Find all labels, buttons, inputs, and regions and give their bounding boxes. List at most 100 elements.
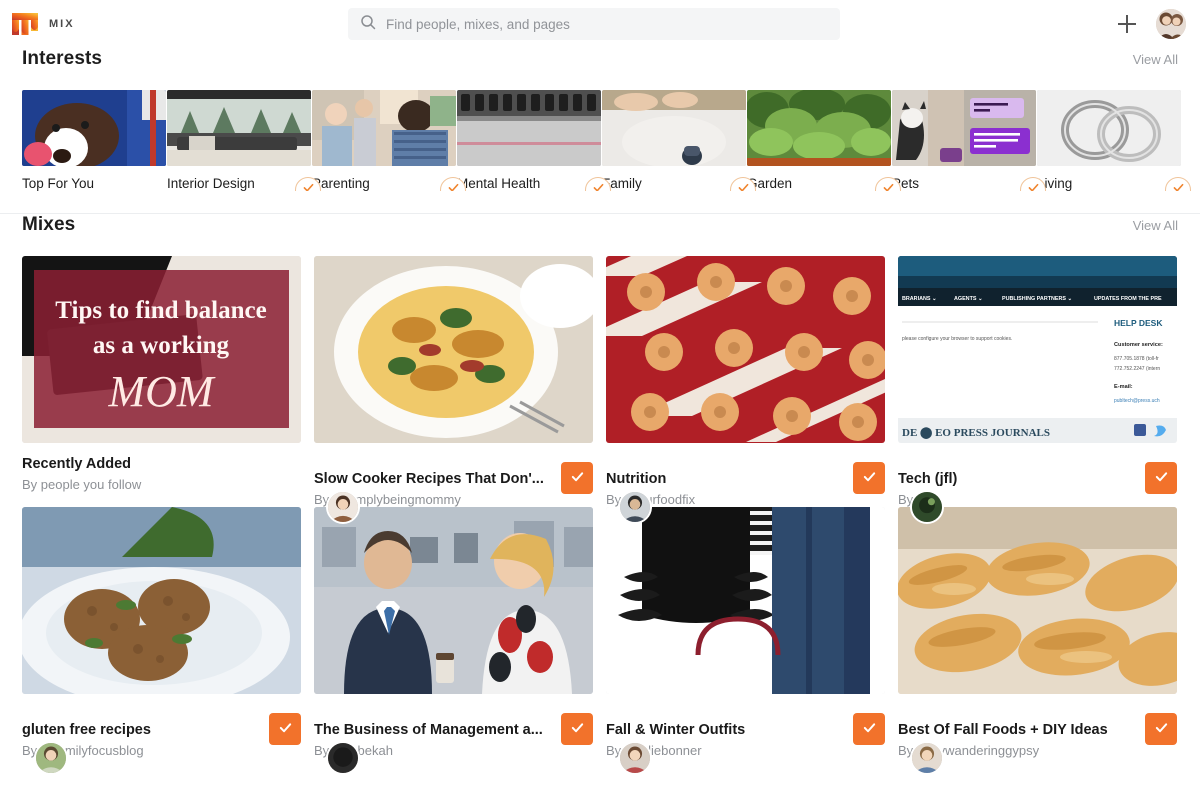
mix-card[interactable]: Best Of Fall Foods + DIY Ideas By @lilyw…: [898, 507, 1177, 776]
mix-follow-button[interactable]: [853, 713, 885, 746]
interest-thumbnail[interactable]: [1037, 90, 1181, 166]
check-icon: [862, 469, 877, 487]
mix-author-avatar[interactable]: [910, 490, 944, 525]
check-icon: [447, 181, 460, 191]
mix-card[interactable]: gluten free recipes By @familyfocusblog: [22, 507, 301, 776]
interest-thumbnail[interactable]: [22, 90, 166, 166]
check-icon: [570, 469, 585, 487]
interest-thumbnail[interactable]: [602, 90, 746, 166]
mix-title: Best Of Fall Foods + DIY Ideas: [898, 722, 1108, 739]
svg-text:publtech@press.uch: publtech@press.uch: [1114, 398, 1160, 404]
mix-follow-button[interactable]: [269, 713, 301, 746]
mix-title: Fall & Winter Outfits: [606, 722, 746, 739]
mix-thumbnail[interactable]: [22, 507, 301, 695]
interests-view-all[interactable]: View All: [1133, 52, 1178, 67]
mix-card[interactable]: Nutrition By @ourfoodfix: [606, 256, 885, 525]
interests-list: Top For You Interior Design Parenting Me…: [0, 90, 1200, 191]
svg-text:MOM: MOM: [107, 367, 215, 416]
svg-text:please configure your browser: please configure your browser to support…: [902, 336, 1012, 342]
search-bar[interactable]: [348, 8, 840, 40]
mix-thumbnail[interactable]: [898, 507, 1177, 695]
mix-thumbnail[interactable]: [314, 256, 593, 443]
mix-author-avatar[interactable]: [618, 741, 652, 776]
svg-text:BRARIANS ⌄: BRARIANS ⌄: [902, 296, 936, 302]
interest-label: Family: [602, 176, 642, 191]
interest-thumbnail[interactable]: [892, 90, 1036, 166]
svg-text:E-mail:: E-mail:: [1114, 384, 1133, 390]
mix-follow-button[interactable]: [853, 462, 885, 494]
interest-label: Top For You: [22, 176, 95, 191]
mix-thumbnail[interactable]: Tips to find balance as a working MOM: [22, 256, 301, 443]
check-icon: [862, 720, 877, 738]
mix-author-avatar[interactable]: [910, 741, 944, 776]
interest-label: Mental Health: [457, 176, 541, 191]
mix-meta: Recently Added By people you follow: [22, 455, 301, 492]
interest-followed-badge[interactable]: [1165, 177, 1191, 191]
mix-title: The Business of Management a...: [314, 722, 543, 739]
mix-thumbnail[interactable]: [606, 256, 885, 443]
svg-text:877.705.1878 (toll-fr: 877.705.1878 (toll-fr: [1114, 356, 1159, 362]
search-icon: [360, 14, 376, 35]
mixes-title: Mixes: [22, 214, 76, 235]
interest-card[interactable]: Mental Health: [457, 90, 611, 191]
interest-thumbnail[interactable]: [312, 90, 456, 166]
mix-thumbnail[interactable]: [314, 507, 593, 695]
svg-text:as a working: as a working: [93, 332, 230, 359]
mix-card[interactable]: Tips to find balance as a working MOM Re…: [22, 256, 301, 507]
mix-logo-icon: [10, 9, 40, 39]
mix-follow-button[interactable]: [561, 462, 593, 494]
svg-text:HELP DESK: HELP DESK: [1114, 318, 1163, 328]
mix-author-avatar[interactable]: [326, 741, 360, 776]
mix-subtitle: By people you follow: [22, 477, 142, 493]
check-icon: [592, 181, 605, 191]
mix-follow-button[interactable]: [1145, 713, 1177, 746]
svg-text:PUBLISHING PARTNERS ⌄: PUBLISHING PARTNERS ⌄: [1002, 296, 1072, 302]
interest-label: Living: [1037, 176, 1073, 191]
mixes-view-all[interactable]: View All: [1133, 218, 1178, 233]
check-icon: [1154, 720, 1169, 738]
mix-thumbnail[interactable]: BRARIANS ⌄ AGENTS ⌄ PUBLISHING PARTNERS ⌄…: [898, 256, 1177, 443]
mix-follow-button[interactable]: [561, 713, 593, 746]
plus-icon[interactable]: [1116, 13, 1138, 35]
check-icon: [278, 720, 293, 738]
app-header: MIX: [0, 0, 1200, 48]
avatar[interactable]: [1156, 9, 1186, 39]
interest-card[interactable]: Interior Design: [167, 90, 321, 191]
mix-card[interactable]: BRARIANS ⌄ AGENTS ⌄ PUBLISHING PARTNERS ⌄…: [898, 256, 1177, 525]
svg-text:AGENTS ⌄: AGENTS ⌄: [954, 296, 982, 302]
header-actions: [1116, 9, 1186, 39]
interest-thumbnail[interactable]: [747, 90, 891, 166]
mix-thumbnail[interactable]: [606, 507, 885, 695]
mix-follow-button[interactable]: [1145, 462, 1177, 494]
interest-thumbnail[interactable]: [167, 90, 311, 166]
search-input[interactable]: [386, 16, 828, 32]
interest-card[interactable]: Pets: [892, 90, 1046, 191]
mix-title: Tech (jfl): [898, 471, 958, 487]
mix-card[interactable]: Slow Cooker Recipes That Don'... By @sim…: [314, 256, 593, 525]
mix-card[interactable]: Fall & Winter Outfits By @juliebonner: [606, 507, 885, 776]
interest-card[interactable]: Garden: [747, 90, 901, 191]
mix-author-avatar[interactable]: [326, 490, 360, 525]
brand-name: MIX: [49, 18, 75, 30]
brand-logo[interactable]: MIX: [10, 9, 75, 39]
interest-card[interactable]: Family: [602, 90, 756, 191]
check-icon: [1027, 181, 1040, 191]
mix-author-avatar[interactable]: [34, 741, 68, 776]
mix-title: Slow Cooker Recipes That Don'...: [314, 471, 544, 487]
svg-text:772.752.2247 (intern: 772.752.2247 (intern: [1114, 366, 1160, 372]
check-icon: [570, 720, 585, 738]
interest-card[interactable]: Top For You: [22, 90, 166, 191]
page-title: Interests: [22, 48, 103, 69]
interest-card[interactable]: Parenting: [312, 90, 466, 191]
svg-text:DE ⬤ EO PRESS JOURNALS: DE ⬤ EO PRESS JOURNALS: [902, 427, 1050, 439]
mix-author-avatar[interactable]: [618, 490, 652, 525]
interest-card[interactable]: Living: [1037, 90, 1191, 191]
mixes-section-header: Mixes View All: [0, 214, 1200, 256]
mix-title: gluten free recipes: [22, 722, 151, 739]
interests-section-header: Interests View All: [0, 48, 1200, 90]
interest-thumbnail[interactable]: [457, 90, 601, 166]
svg-text:UPDATES FROM THE PRE: UPDATES FROM THE PRE: [1094, 296, 1162, 302]
mix-title: Recently Added: [22, 456, 132, 472]
check-icon: [1154, 469, 1169, 487]
mix-card[interactable]: The Business of Management a... By @rebe…: [314, 507, 593, 776]
